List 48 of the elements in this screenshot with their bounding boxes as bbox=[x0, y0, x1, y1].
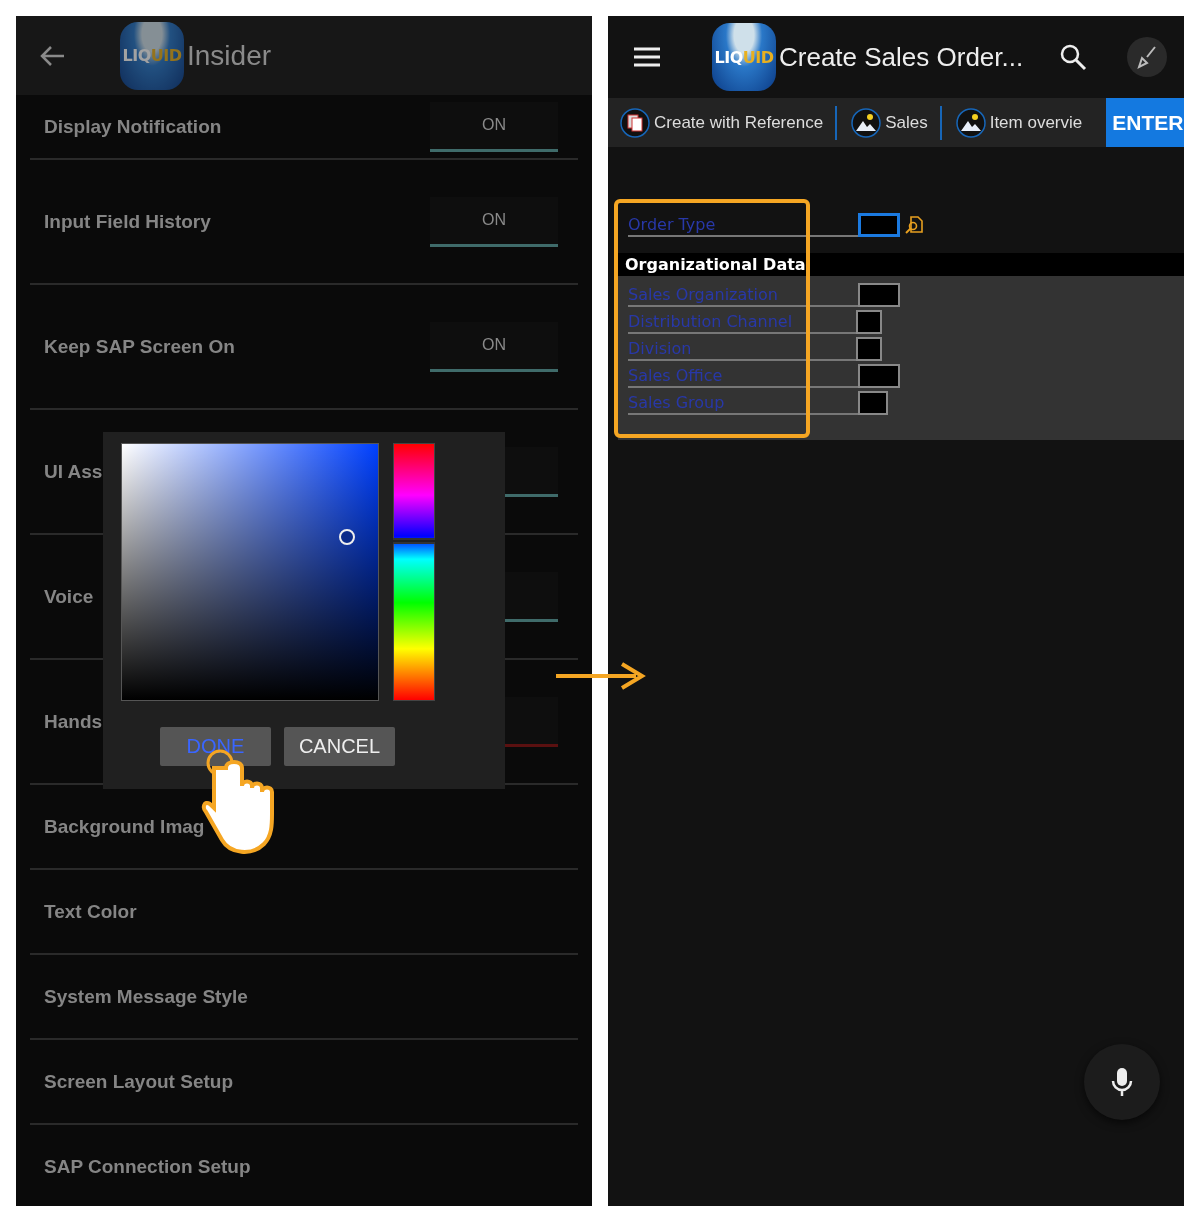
input-field[interactable] bbox=[856, 310, 882, 334]
input-field[interactable] bbox=[856, 337, 882, 361]
landscape-icon bbox=[955, 107, 986, 138]
toolbar-button[interactable]: Sales bbox=[849, 105, 942, 140]
setting-label: Screen Layout Setup bbox=[44, 1070, 233, 1093]
field-label: Sales Office bbox=[628, 366, 858, 388]
setting-label: Background Imag bbox=[44, 815, 205, 838]
input-field[interactable] bbox=[858, 364, 900, 388]
app-logo: LIQUID bbox=[712, 23, 776, 91]
hue-thumb[interactable] bbox=[393, 538, 435, 545]
setting-label: Input Field History bbox=[44, 210, 211, 233]
microphone-icon bbox=[1111, 1067, 1133, 1097]
toolbar-button[interactable]: Item overvie bbox=[953, 105, 1095, 140]
enter-button[interactable]: ENTER bbox=[1106, 98, 1184, 147]
screen-title: Create Sales Order... bbox=[779, 41, 1024, 73]
menu-icon[interactable] bbox=[632, 46, 662, 68]
brush-button[interactable] bbox=[1127, 37, 1168, 77]
app-title: Insider bbox=[187, 39, 272, 72]
hue-slider[interactable] bbox=[393, 443, 435, 701]
arrow-icon bbox=[556, 662, 646, 690]
setting-label: System Message Style bbox=[44, 985, 248, 1008]
toggle-button[interactable]: ON bbox=[430, 321, 558, 372]
setting-label: Keep SAP Screen On bbox=[44, 335, 235, 358]
order-type-field[interactable] bbox=[858, 213, 900, 237]
toggle-button[interactable]: ON bbox=[430, 101, 558, 152]
field-label: Order Type bbox=[628, 215, 858, 237]
color-marker[interactable] bbox=[339, 529, 355, 545]
setting-label: Hands bbox=[44, 710, 103, 733]
cancel-button[interactable]: CANCEL bbox=[284, 727, 395, 766]
section-title: Organizational Data bbox=[618, 253, 1184, 276]
input-field[interactable] bbox=[858, 283, 900, 307]
color-field[interactable] bbox=[121, 443, 379, 701]
setting-label: Display Notification bbox=[44, 115, 222, 138]
input-field[interactable] bbox=[858, 391, 888, 415]
setting-label: Voice bbox=[44, 585, 94, 608]
app-logo: LIQUID bbox=[120, 21, 184, 90]
landscape-icon bbox=[851, 107, 882, 138]
search-icon[interactable] bbox=[1059, 43, 1088, 71]
search-document-icon[interactable] bbox=[904, 215, 924, 235]
toolbar-button[interactable]: Create with Reference bbox=[618, 105, 838, 140]
field-label: Sales Group bbox=[628, 393, 858, 415]
documents-icon bbox=[620, 107, 650, 138]
setting-label: SAP Connection Setup bbox=[44, 1155, 251, 1178]
setting-label: UI Ass bbox=[44, 460, 103, 483]
field-label: Sales Organization bbox=[628, 285, 858, 307]
toggle-button[interactable]: ON bbox=[430, 196, 558, 247]
setting-label: Text Color bbox=[44, 900, 137, 923]
back-button[interactable] bbox=[40, 44, 66, 67]
